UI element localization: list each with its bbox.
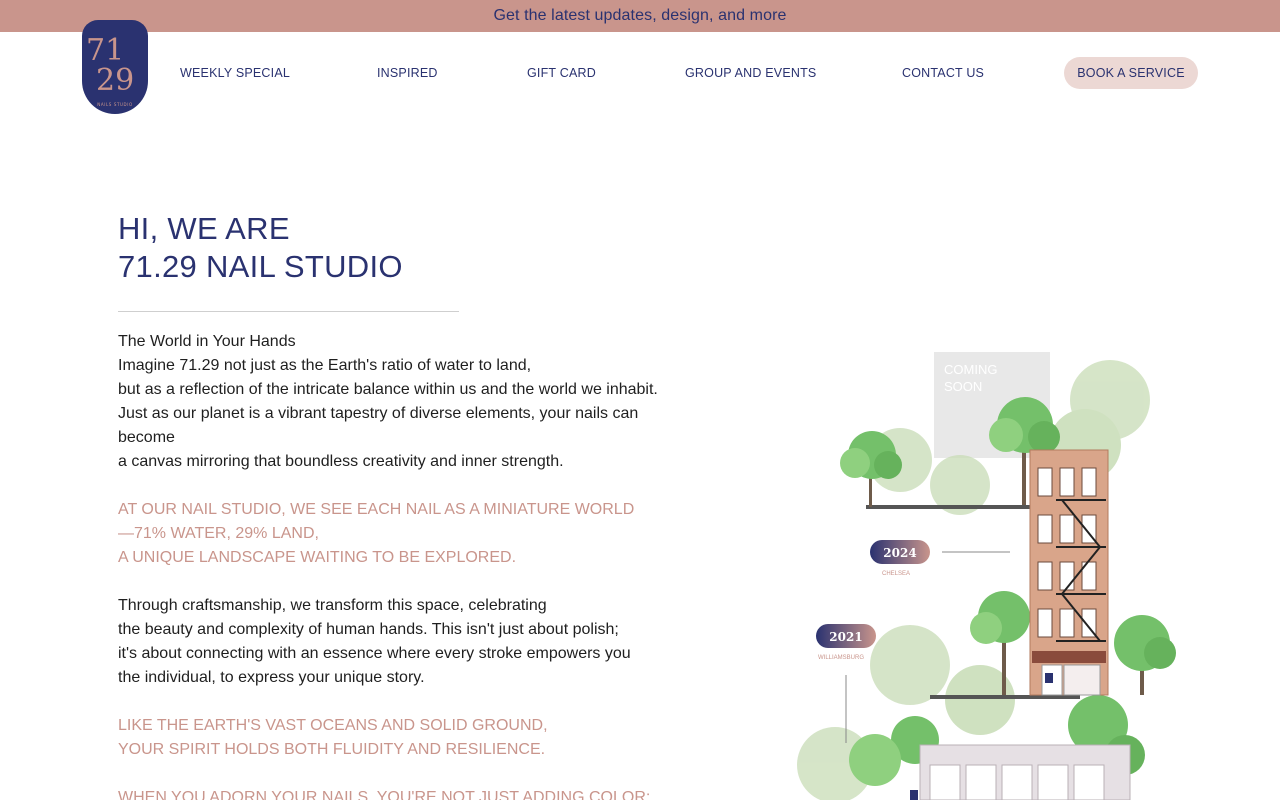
nav-gift-card[interactable]: GIFT CARD	[527, 66, 596, 80]
highlight-line: YOUR SPIRIT HOLDS BOTH FLUIDITY AND RESI…	[118, 741, 546, 758]
intro-line: The World in Your Hands	[118, 333, 296, 350]
intro-line: but as a reflection of the intricate bal…	[118, 381, 658, 398]
tree-icon	[1114, 615, 1176, 695]
nav-inspired[interactable]: INSPIRED	[377, 66, 438, 80]
ledge-mid	[930, 695, 1080, 699]
announcement-bar[interactable]: Get the latest updates, design, and more	[0, 0, 1280, 32]
hero-line-2: 71.29 NAIL STUDIO	[118, 249, 403, 284]
craft-line: the individual, to express your unique s…	[118, 669, 425, 686]
coming-soon-text-2: SOON	[944, 379, 982, 394]
brownstone-building	[1029, 449, 1109, 696]
about-copy: The World in Your Hands Imagine 71.29 no…	[118, 330, 678, 800]
highlight-line: WHEN YOU ADORN YOUR NAILS, YOU'RE NOT JU…	[118, 789, 651, 800]
coming-soon-text-1: COMING	[944, 362, 997, 377]
highlight-line: —71% WATER, 29% LAND,	[118, 525, 319, 542]
hero-title: HI, WE ARE 71.29 NAIL STUDIO	[118, 210, 403, 286]
caption-2021: WILLIAMSBURG	[818, 655, 864, 661]
hero-divider	[118, 311, 459, 312]
highlight-line: LIKE THE EARTH'S VAST OCEANS AND SOLID G…	[118, 717, 548, 734]
intro-line: a canvas mirroring that boundless creati…	[118, 453, 564, 470]
nav-contact-us[interactable]: CONTACT US	[902, 66, 984, 80]
intro-line: become	[118, 429, 175, 446]
intro-line: Just as our planet is a vibrant tapestry…	[118, 405, 639, 422]
hero-line-1: HI, WE ARE	[118, 211, 290, 246]
nav-weekly-special[interactable]: WEEKLY SPECIAL	[180, 66, 290, 80]
badge-2024-text: 2024	[883, 546, 916, 560]
highlight-line: AT OUR NAIL STUDIO, WE SEE EACH NAIL AS …	[118, 501, 635, 518]
logo-bottom-digits: 29	[96, 63, 134, 98]
intro-line: Imagine 71.29 not just as the Earth's ra…	[118, 357, 532, 374]
logo-mark: 71 29 NAILS STUDIO	[86, 33, 134, 107]
nav-group-and-events[interactable]: GROUP AND EVENTS	[685, 66, 816, 80]
ledge-top	[866, 505, 1031, 509]
storefront-illustration: COMING SOON 2024 CHELSEA 2021 WILLIAMSBU…	[780, 345, 1200, 800]
badge-2021-text: 2021	[829, 630, 862, 644]
caption-2024: CHELSEA	[882, 571, 910, 577]
studio-logo[interactable]: 71 29 NAILS STUDIO	[82, 20, 148, 114]
logo-caption: NAILS STUDIO	[97, 102, 132, 107]
illustration-svg: COMING SOON 2024 CHELSEA 2021 WILLIAMSBU…	[797, 352, 1176, 800]
book-service-button[interactable]: BOOK A SERVICE	[1064, 57, 1198, 89]
storefront-lower	[910, 744, 1131, 800]
announcement-text: Get the latest updates, design, and more	[493, 7, 787, 24]
craft-line: Through craftsmanship, we transform this…	[118, 597, 547, 614]
craft-line: it's about connecting with an essence wh…	[118, 645, 631, 662]
highlight-line: A UNIQUE LANDSCAPE WAITING TO BE EXPLORE…	[118, 549, 517, 566]
craft-line: the beauty and complexity of human hands…	[118, 621, 619, 638]
